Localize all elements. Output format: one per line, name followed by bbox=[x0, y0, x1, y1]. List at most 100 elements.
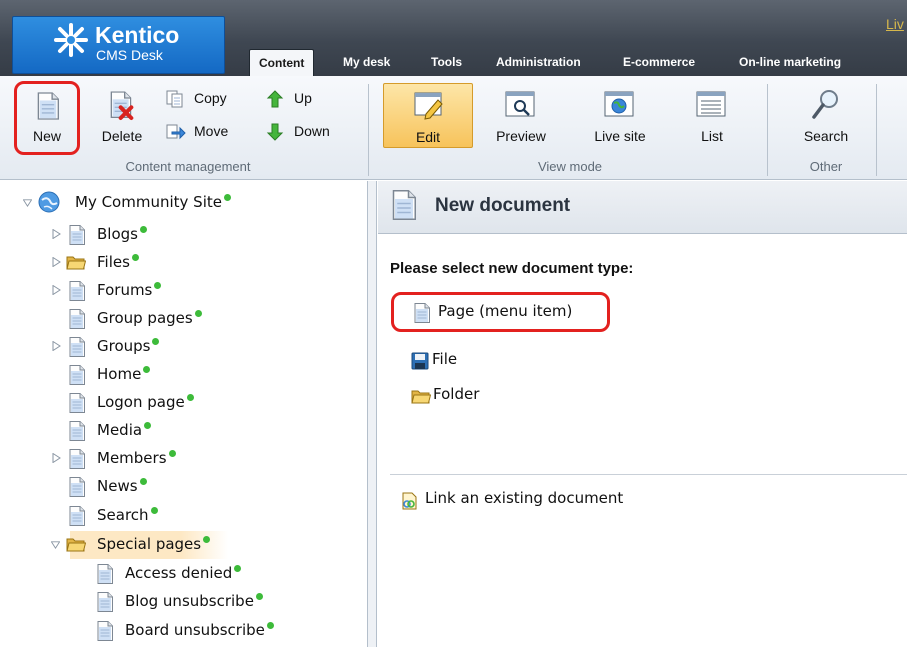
tree-node-board-unsubscribe[interactable]: Board unsubscribe bbox=[0, 617, 360, 643]
tree-node-label: News bbox=[97, 477, 138, 495]
folder-icon bbox=[66, 254, 86, 270]
delete-button-label: Delete bbox=[101, 128, 143, 144]
tree-node-search[interactable]: Search bbox=[0, 502, 360, 528]
list-icon bbox=[696, 91, 726, 117]
tree-root-node[interactable]: My Community Site bbox=[0, 189, 360, 215]
tab-content[interactable]: Content bbox=[249, 49, 315, 76]
expand-toggle-icon[interactable] bbox=[52, 229, 61, 239]
page-title: New document bbox=[435, 195, 571, 216]
tree-node-members[interactable]: Members bbox=[0, 445, 360, 471]
tree-node-access-denied[interactable]: Access denied bbox=[0, 560, 360, 586]
tree-node-label: Logon page bbox=[97, 393, 185, 411]
live-site-button[interactable]: Live site bbox=[580, 88, 660, 148]
folder-open-icon bbox=[66, 536, 86, 552]
list-button[interactable]: List bbox=[682, 88, 742, 148]
tree-node-label: Forums bbox=[97, 281, 153, 299]
edit-icon bbox=[414, 92, 443, 120]
page-icon bbox=[69, 449, 85, 469]
view-mode-group-label: View mode bbox=[537, 159, 603, 174]
move-button[interactable]: Move bbox=[166, 121, 242, 143]
tree-node-label: Home bbox=[97, 365, 142, 383]
toolbar-separator bbox=[368, 84, 369, 176]
page-icon bbox=[69, 337, 85, 357]
tree-node-files[interactable]: Files bbox=[0, 249, 360, 275]
document-type-prompt: Please select new document type: bbox=[390, 260, 634, 277]
toolbar-separator bbox=[767, 84, 768, 176]
status-dot bbox=[223, 194, 231, 201]
site-globe-icon bbox=[38, 191, 60, 213]
live-site-link[interactable]: Liv bbox=[886, 16, 904, 32]
status-dot bbox=[203, 536, 211, 543]
tab-my-desk[interactable]: My desk bbox=[343, 49, 390, 76]
tree-node-home[interactable]: Home bbox=[0, 361, 360, 387]
tree-node-label: Media bbox=[97, 421, 143, 439]
page-icon bbox=[97, 564, 113, 584]
tree-node-label: Members bbox=[97, 449, 167, 467]
status-dot bbox=[194, 310, 202, 317]
collapse-toggle-icon[interactable] bbox=[51, 540, 60, 550]
tree-node-blogs[interactable]: Blogs bbox=[0, 221, 360, 247]
search-button[interactable]: Search bbox=[796, 88, 856, 148]
tree-node-media[interactable]: Media bbox=[0, 417, 360, 443]
tree-node-label: Blog unsubscribe bbox=[125, 592, 254, 610]
up-button-label: Up bbox=[294, 90, 312, 106]
link-document-icon bbox=[402, 492, 417, 510]
delete-button[interactable]: Delete bbox=[95, 88, 149, 148]
page-icon bbox=[69, 281, 85, 301]
page-icon bbox=[97, 592, 113, 612]
tab-administration[interactable]: Administration bbox=[496, 49, 581, 76]
delete-document-icon bbox=[110, 91, 134, 120]
expand-toggle-icon[interactable] bbox=[52, 285, 61, 295]
page-icon bbox=[69, 421, 85, 441]
arrow-down-icon bbox=[266, 123, 284, 141]
preview-button-label: Preview bbox=[496, 128, 546, 144]
floppy-disk-icon bbox=[411, 352, 429, 370]
content-management-group-label: Content management bbox=[125, 159, 251, 174]
tree-root-label: My Community Site bbox=[75, 193, 222, 211]
new-document-icon bbox=[37, 91, 59, 121]
header-bar: Kentico CMS Desk Liv Content My desk Too… bbox=[0, 0, 907, 76]
logo-product: CMS Desk bbox=[96, 47, 163, 63]
tab-tools[interactable]: Tools bbox=[431, 49, 462, 76]
page-icon bbox=[69, 365, 85, 385]
tree-node-group-pages[interactable]: Group pages bbox=[0, 305, 360, 331]
status-dot bbox=[150, 507, 158, 514]
copy-button-label: Copy bbox=[194, 90, 227, 106]
search-button-label: Search bbox=[803, 128, 849, 144]
tree-node-news[interactable]: News bbox=[0, 473, 360, 499]
tab-e-commerce[interactable]: E-commerce bbox=[623, 49, 695, 76]
copy-button[interactable]: Copy bbox=[166, 88, 242, 110]
down-button-label: Down bbox=[294, 123, 330, 139]
page-icon bbox=[69, 477, 85, 497]
tree-node-special-pages[interactable]: Special pages bbox=[0, 531, 360, 557]
preview-button[interactable]: Preview bbox=[488, 88, 554, 148]
new-button[interactable]: New bbox=[22, 88, 72, 148]
tab-on-line-marketing[interactable]: On-line marketing bbox=[739, 49, 841, 76]
expand-toggle-icon[interactable] bbox=[52, 453, 61, 463]
panel-splitter[interactable] bbox=[367, 181, 377, 647]
status-dot bbox=[154, 282, 162, 289]
tree-node-groups[interactable]: Groups bbox=[0, 333, 360, 359]
tree-node-label: Board unsubscribe bbox=[125, 621, 265, 639]
kentico-logo-icon bbox=[54, 23, 88, 57]
toolbar-separator bbox=[876, 84, 877, 176]
status-dot bbox=[234, 565, 242, 572]
down-button[interactable]: Down bbox=[266, 121, 346, 143]
page-icon bbox=[69, 506, 85, 526]
up-button[interactable]: Up bbox=[266, 88, 330, 110]
globe-icon bbox=[604, 91, 634, 117]
new-document-icon bbox=[392, 190, 416, 220]
page-icon bbox=[69, 225, 85, 245]
kentico-logo[interactable]: Kentico CMS Desk bbox=[12, 16, 225, 74]
expand-toggle-icon[interactable] bbox=[52, 257, 61, 267]
tree-node-label: Access denied bbox=[125, 564, 233, 582]
status-dot bbox=[139, 226, 147, 233]
edit-button[interactable]: Edit bbox=[383, 83, 473, 148]
expand-toggle-icon[interactable] bbox=[52, 341, 61, 351]
collapse-toggle-icon[interactable] bbox=[23, 198, 32, 208]
tree-node-blog-unsubscribe[interactable]: Blog unsubscribe bbox=[0, 588, 360, 614]
content-divider bbox=[390, 474, 907, 475]
tree-node-forums[interactable]: Forums bbox=[0, 277, 360, 303]
status-dot bbox=[186, 394, 194, 401]
tree-node-logon-page[interactable]: Logon page bbox=[0, 389, 360, 415]
